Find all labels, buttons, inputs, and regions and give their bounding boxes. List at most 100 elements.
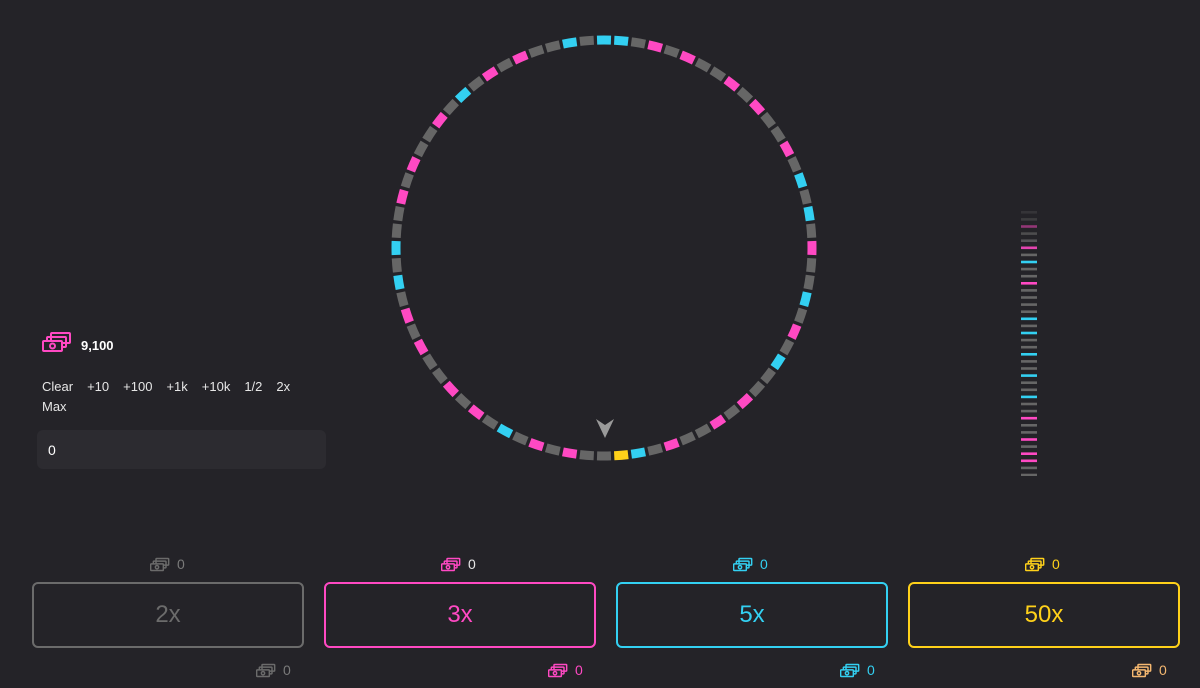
- wheel-segment-grey: [794, 307, 808, 324]
- wheel-segment-grey: [694, 57, 712, 73]
- wheel-segment-pink: [736, 393, 754, 410]
- wheel-segment-grey: [496, 57, 514, 73]
- bet-button-3x[interactable]: 3x: [324, 582, 596, 648]
- wheel-segment-grey: [481, 414, 499, 430]
- wheel-segment-pink: [442, 380, 459, 398]
- bet-button-5x[interactable]: 5x: [616, 582, 888, 648]
- history-entry-cyan: [1021, 317, 1037, 321]
- wheel-segment-cyan: [770, 353, 786, 371]
- bet-total-value: 0: [867, 662, 875, 678]
- wheel-segment-pink: [679, 50, 696, 65]
- history-entry-grey: [1021, 239, 1037, 242]
- wheel-segment-grey: [760, 111, 776, 129]
- wheel-segment-grey: [579, 35, 595, 46]
- history-entry-grey: [1021, 267, 1037, 271]
- money-stack-icon: [441, 557, 461, 571]
- history-entry-grey: [1021, 424, 1037, 427]
- wheel-segment-grey: [432, 367, 448, 385]
- wheel-segment-grey: [760, 367, 776, 385]
- roulette-game: 9,100 Clear +10 +100 +1k +10k 1/2 2x Max…: [0, 0, 1200, 688]
- balance: 9,100: [42, 331, 114, 353]
- history-entry-grey: [1021, 360, 1037, 363]
- wheel-segment-pink: [723, 76, 741, 92]
- add-10k-button[interactable]: +10k: [202, 380, 231, 394]
- history-entry-grey: [1021, 445, 1037, 448]
- history-entry-grey: [1021, 466, 1037, 470]
- history-entry-grey: [1021, 381, 1037, 384]
- wheel-segment-cyan: [799, 291, 812, 308]
- bet-total-top: 0: [150, 556, 185, 572]
- wheel-segment-pink: [396, 188, 409, 205]
- roulette-wheel: [391, 35, 817, 461]
- bet-button-50x[interactable]: 50x: [908, 582, 1180, 648]
- add-10-button[interactable]: +10: [87, 380, 109, 394]
- wheel-segment-grey: [630, 37, 646, 49]
- history-entry-grey: [1021, 253, 1037, 257]
- money-stack-icon: [1025, 557, 1045, 571]
- wheel-segment-pink: [709, 414, 727, 430]
- wheel-segment-pink: [528, 438, 545, 452]
- wheel-segment-grey: [442, 98, 459, 116]
- wheel-segment-cyan: [454, 86, 472, 103]
- double-button[interactable]: 2x: [276, 380, 290, 394]
- clear-button[interactable]: Clear: [42, 380, 73, 394]
- bet-total-value: 0: [283, 662, 291, 678]
- wheel-segment-grey: [512, 431, 529, 446]
- wheel-segment-pink: [512, 50, 529, 65]
- wheel-segment-grey: [393, 206, 405, 222]
- history-entry-grey: [1021, 402, 1037, 406]
- history-entry-pink: [1021, 438, 1037, 441]
- bet-total-bottom: 0: [1132, 662, 1167, 678]
- wheel-segment-grey: [749, 380, 766, 398]
- bet-amount-input[interactable]: [37, 430, 326, 469]
- wheel-segment-grey: [779, 338, 795, 356]
- wheel-segment-grey: [579, 450, 595, 461]
- money-stack-icon: [256, 663, 276, 677]
- history-entry-grey: [1021, 367, 1037, 370]
- wheel-segment-grey: [723, 404, 741, 420]
- wheel-segment-grey: [647, 443, 664, 456]
- wheel-segment-pink: [562, 447, 578, 459]
- wheel-segment-grey: [679, 431, 696, 446]
- money-stack-icon: [42, 332, 71, 352]
- wheel-segment-cyan: [613, 35, 629, 46]
- wheel-segment-grey: [413, 140, 429, 158]
- history-entry-cyan: [1021, 374, 1037, 377]
- history-entry-grey: [1021, 232, 1037, 235]
- wheel-segment-grey: [787, 156, 802, 173]
- wheel-segment-grey: [422, 353, 438, 371]
- half-button[interactable]: 1/2: [244, 380, 262, 394]
- bet-button-2x[interactable]: 2x: [32, 582, 304, 648]
- balance-value: 9,100: [81, 337, 114, 353]
- history-entry-cyan: [1021, 395, 1037, 399]
- wheel-segment-grey: [806, 223, 817, 239]
- history-entry-pink: [1021, 452, 1037, 455]
- wheel-segment-pink: [779, 140, 795, 158]
- wheel-segment-grey: [770, 125, 786, 143]
- wheel-segment-grey: [663, 44, 680, 58]
- bet-total-top: 0: [441, 556, 476, 572]
- history-entry-grey: [1021, 274, 1037, 278]
- bet-total-top: 0: [733, 556, 768, 572]
- history-entry-grey: [1021, 431, 1037, 434]
- wheel-segment-pink: [467, 404, 485, 420]
- bet-total-value: 0: [1052, 556, 1060, 572]
- wheel-segment-grey: [694, 423, 712, 439]
- arrow-down-pointer-icon: [596, 419, 614, 438]
- wheel-segment-pink: [481, 66, 499, 82]
- max-button[interactable]: Max: [42, 400, 67, 414]
- history-entry-grey: [1021, 310, 1037, 313]
- roll-history: [1021, 211, 1037, 476]
- bet-total-value: 0: [575, 662, 583, 678]
- bet-total-top: 0: [1025, 556, 1060, 572]
- add-1k-button[interactable]: +1k: [166, 380, 187, 394]
- wheel-segment-pink: [749, 98, 766, 116]
- wheel-segment-pink: [647, 40, 664, 53]
- wheel-segment-grey: [400, 172, 414, 189]
- add-100-button[interactable]: +100: [123, 380, 152, 394]
- wheel-segment-cyan: [630, 447, 646, 459]
- history-entry-grey: [1021, 345, 1037, 349]
- wheel-segment-grey: [806, 257, 817, 273]
- history-entry-grey: [1021, 338, 1037, 342]
- quick-bet-controls: Clear +10 +100 +1k +10k 1/2 2x Max: [42, 380, 332, 414]
